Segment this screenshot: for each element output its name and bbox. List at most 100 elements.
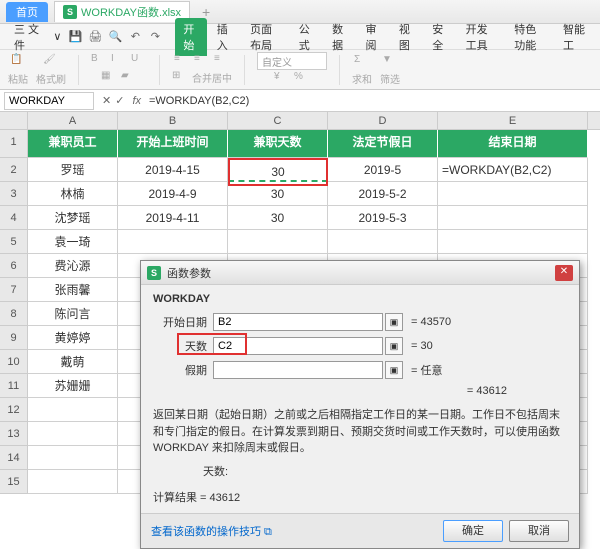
align-left-icon[interactable]: ≡ — [174, 53, 190, 69]
row-head[interactable]: 15 — [0, 470, 28, 494]
cancel-formula-icon[interactable]: ✕ — [102, 94, 111, 107]
cell[interactable]: 陈问言 — [28, 302, 118, 326]
cell[interactable]: 林楠 — [28, 182, 118, 206]
ribbon-tab-start[interactable]: 开始 — [175, 18, 206, 56]
painter-icon[interactable]: 🖌 — [43, 54, 59, 70]
row-head[interactable]: 4 — [0, 206, 28, 230]
cell[interactable] — [28, 470, 118, 494]
cell[interactable] — [328, 230, 438, 254]
cell[interactable] — [438, 182, 588, 206]
cell[interactable]: =WORKDAY(B2,C2) — [438, 158, 588, 182]
fx-icon[interactable]: fx — [128, 95, 145, 107]
header-cell[interactable]: 兼职天数 — [228, 130, 328, 158]
ribbon-tab-ai[interactable]: 智能工 — [555, 18, 594, 56]
cell[interactable]: 2019-5-2 — [328, 182, 438, 206]
row-head[interactable]: 5 — [0, 230, 28, 254]
cell[interactable]: 沈梦瑶 — [28, 206, 118, 230]
param-input-holidays[interactable] — [213, 361, 383, 379]
col-head-d[interactable]: D — [328, 112, 438, 129]
ribbon-tab-data[interactable]: 数据 — [324, 18, 355, 56]
ok-button[interactable]: 确定 — [443, 520, 503, 542]
italic-icon[interactable]: I — [111, 53, 127, 69]
ribbon-tab-layout[interactable]: 页面布局 — [242, 18, 289, 56]
sum-icon[interactable]: Σ — [354, 54, 370, 70]
range-picker-icon[interactable]: ▣ — [385, 361, 403, 379]
ribbon-tab-view[interactable]: 视图 — [391, 18, 422, 56]
header-cell[interactable]: 兼职员工 — [28, 130, 118, 158]
cell[interactable] — [118, 230, 228, 254]
number-format-combo[interactable] — [257, 52, 327, 70]
cell[interactable] — [28, 422, 118, 446]
col-head-a[interactable]: A — [28, 112, 118, 129]
row-head[interactable]: 1 — [0, 130, 28, 158]
undo-icon[interactable]: ↶ — [127, 29, 143, 45]
row-head[interactable]: 11 — [0, 374, 28, 398]
cell[interactable]: 2019-4-9 — [118, 182, 228, 206]
cell[interactable] — [228, 230, 328, 254]
col-head-c[interactable]: C — [228, 112, 328, 129]
cell[interactable]: 30 — [228, 182, 328, 206]
cancel-button[interactable]: 取消 — [509, 520, 569, 542]
row-head[interactable]: 7 — [0, 278, 28, 302]
row-head[interactable]: 2 — [0, 158, 28, 182]
select-all-corner[interactable] — [0, 112, 28, 129]
help-link[interactable]: 查看该函数的操作技巧 ⧉ — [151, 523, 437, 539]
menu-file-arrow[interactable]: ∨ — [53, 30, 61, 43]
align-center-icon[interactable]: ≡ — [194, 53, 210, 69]
formula-input[interactable]: =WORKDAY(B2,C2) — [145, 95, 600, 107]
col-head-b[interactable]: B — [118, 112, 228, 129]
accept-formula-icon[interactable]: ✓ — [115, 94, 124, 107]
row-head[interactable]: 3 — [0, 182, 28, 206]
cell[interactable]: 2019-4-15 — [118, 158, 228, 182]
col-head-e[interactable]: E — [438, 112, 588, 129]
cell[interactable]: 30 — [228, 158, 328, 182]
cell[interactable]: 戴萌 — [28, 350, 118, 374]
underline-icon[interactable]: U — [131, 53, 147, 69]
redo-icon[interactable]: ↷ — [147, 29, 163, 45]
cell[interactable]: 袁一琦 — [28, 230, 118, 254]
header-cell[interactable]: 结束日期 — [438, 130, 588, 158]
row-head[interactable]: 14 — [0, 446, 28, 470]
cell[interactable]: 费沁源 — [28, 254, 118, 278]
range-picker-icon[interactable]: ▣ — [385, 313, 403, 331]
header-cell[interactable]: 开始上班时间 — [118, 130, 228, 158]
cell[interactable] — [438, 230, 588, 254]
ribbon-tab-formula[interactable]: 公式 — [291, 18, 322, 56]
ribbon-tab-insert[interactable]: 插入 — [209, 18, 240, 56]
menu-file[interactable]: 三 文件 — [6, 19, 51, 55]
cell[interactable]: 2019-4-11 — [118, 206, 228, 230]
row-head[interactable]: 10 — [0, 350, 28, 374]
fill-color-icon[interactable]: ▰ — [121, 70, 137, 86]
param-input-days[interactable] — [213, 337, 383, 355]
ribbon-tab-security[interactable]: 安全 — [424, 18, 455, 56]
cell[interactable]: 罗瑶 — [28, 158, 118, 182]
print-icon[interactable]: 🖨 — [87, 29, 103, 45]
ribbon-tab-special[interactable]: 特色功能 — [506, 18, 553, 56]
dialog-close-button[interactable]: ✕ — [555, 265, 573, 281]
cell[interactable]: 苏姗姗 — [28, 374, 118, 398]
ribbon-tab-review[interactable]: 审阅 — [358, 18, 389, 56]
row-head[interactable]: 8 — [0, 302, 28, 326]
preview-icon[interactable]: 🔍 — [107, 29, 123, 45]
range-picker-icon[interactable]: ▣ — [385, 337, 403, 355]
cell[interactable] — [28, 446, 118, 470]
tab-file[interactable]: S WORKDAY函数.xlsx — [54, 1, 190, 22]
name-box[interactable] — [4, 92, 94, 110]
cell[interactable]: 30 — [228, 206, 328, 230]
cell[interactable] — [438, 206, 588, 230]
filter-icon[interactable]: ▼ — [382, 54, 398, 70]
paste-icon[interactable]: 📋 — [10, 54, 26, 70]
row-head[interactable]: 9 — [0, 326, 28, 350]
row-head[interactable]: 6 — [0, 254, 28, 278]
currency-icon[interactable]: ¥ — [274, 71, 290, 87]
param-input-startdate[interactable] — [213, 313, 383, 331]
percent-icon[interactable]: % — [294, 71, 310, 87]
border-icon[interactable]: ▦ — [101, 70, 117, 86]
cell[interactable] — [28, 398, 118, 422]
cell[interactable]: 2019-5 — [328, 158, 438, 182]
merge-icon[interactable]: ⊞ — [172, 70, 188, 86]
cell[interactable]: 黄婷婷 — [28, 326, 118, 350]
save-icon[interactable]: 💾 — [67, 29, 83, 45]
ribbon-tab-dev[interactable]: 开发工具 — [458, 18, 505, 56]
row-head[interactable]: 12 — [0, 398, 28, 422]
